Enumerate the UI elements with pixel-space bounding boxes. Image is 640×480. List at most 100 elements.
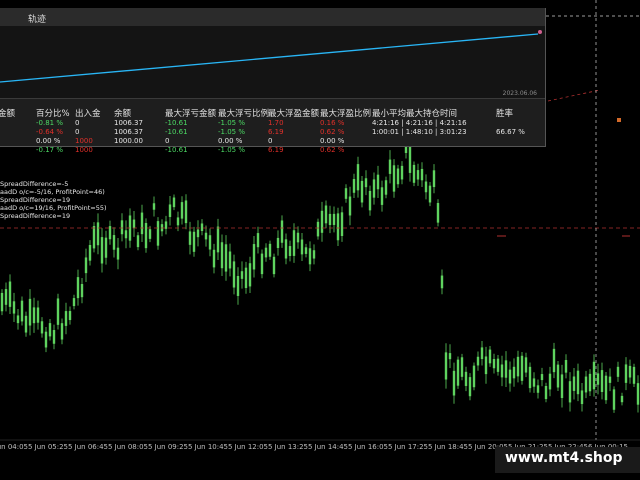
candle-body	[80, 284, 84, 298]
candle-body	[548, 373, 552, 390]
candle-body	[24, 315, 28, 333]
candle-body	[620, 395, 624, 403]
candle-body	[588, 373, 592, 392]
candle-body	[72, 298, 76, 307]
candle-body	[256, 233, 260, 248]
candle-body	[148, 229, 152, 239]
candle-body	[208, 235, 212, 250]
cell-max-float-profit: 0	[268, 137, 273, 145]
cell-deposit: 0	[75, 128, 80, 136]
candle-body	[496, 358, 500, 372]
annotation-text: aadD o/c=-5/16, ProfitPoint=46)	[0, 188, 105, 196]
header-win-rate: 胜率	[496, 109, 514, 119]
candle-body	[360, 180, 364, 203]
candle-body	[480, 347, 484, 360]
cell-deposit: 1000	[75, 146, 93, 154]
candle-body	[188, 231, 192, 245]
candle-body	[108, 226, 112, 240]
candle-body	[384, 180, 388, 195]
cell-max-float-loss-ratio: -1.05 %	[218, 146, 245, 154]
candle-body	[576, 370, 580, 395]
candle-body	[112, 235, 116, 250]
candle-body	[28, 298, 32, 326]
panel-titlebar[interactable]: 轨迹	[0, 8, 545, 26]
candle-body	[536, 385, 540, 393]
candle-body	[88, 245, 92, 261]
candle-body	[516, 356, 520, 377]
time-axis-label: 5 Jun 06:45	[67, 443, 109, 451]
candle-body	[224, 244, 228, 272]
candle-body	[152, 203, 156, 210]
cell-percent: -0.64 %	[36, 128, 63, 136]
header-balance: 余额	[114, 109, 132, 119]
candle-body	[520, 355, 524, 381]
candle-body	[168, 204, 172, 217]
candle-body	[592, 361, 596, 390]
candle-body	[60, 323, 64, 340]
cell-percent: -0.81 %	[36, 119, 63, 127]
candle-body	[456, 359, 460, 386]
candle-body	[172, 197, 176, 208]
candle-body	[340, 212, 344, 237]
candle-body	[12, 301, 16, 314]
candle-body	[304, 247, 308, 254]
candle-body	[284, 239, 288, 259]
candle-body	[120, 220, 124, 235]
candle-body	[4, 289, 8, 305]
time-axis-label: 5 Jun 17:25	[387, 443, 429, 451]
candle-body	[164, 221, 168, 229]
price-level-line-upper	[547, 89, 601, 102]
candle-body	[368, 190, 372, 211]
candle-body	[156, 221, 160, 246]
time-axis-label: 5 Jun 14:45	[307, 443, 349, 451]
header-hold-time: 最小平均最大持仓时间	[372, 109, 458, 119]
candle-body	[52, 330, 56, 344]
candle-body	[336, 213, 340, 241]
cell-max-float-profit: 6.19	[268, 146, 284, 154]
candle-body	[348, 196, 352, 216]
candle-body	[628, 365, 632, 378]
candle-body	[276, 237, 280, 248]
candle-body	[192, 231, 196, 252]
candle-body	[584, 376, 588, 393]
candle-body	[316, 221, 320, 237]
candle-body	[464, 371, 468, 386]
candle-body	[460, 357, 464, 377]
cell-max-float-profit-ratio: 0.00 %	[320, 137, 345, 145]
candle-body	[76, 277, 80, 299]
candle-body	[48, 323, 52, 337]
candle-body	[68, 311, 72, 321]
trade-stats-panel[interactable]: 轨迹 2023.06.06 金额 百分比% 出入金 余额 最大浮亏金额 最大浮亏…	[0, 8, 546, 154]
candle-body	[260, 253, 264, 275]
candle-body	[452, 370, 456, 396]
candle-body	[328, 213, 332, 226]
candle-body	[600, 370, 604, 392]
candle-body	[416, 170, 420, 180]
candle-body	[484, 356, 488, 375]
candle-body	[432, 170, 436, 188]
candle-body	[240, 271, 244, 279]
candle-body	[556, 364, 560, 388]
header-percent: 百分比%	[36, 109, 70, 119]
panel-title: 轨迹	[28, 15, 47, 25]
cell-max-float-loss: -10.61	[165, 119, 188, 127]
candle-body	[476, 356, 480, 366]
candle-body	[420, 168, 424, 181]
candle-body	[448, 353, 452, 360]
candle-body	[248, 263, 252, 287]
time-axis-label: 5 Jun 04:05	[0, 443, 29, 451]
candle-body	[424, 181, 428, 193]
equity-end-marker	[538, 30, 542, 34]
candle-body	[100, 237, 104, 264]
candle-body	[244, 267, 248, 289]
candle-body	[132, 219, 136, 229]
candle-body	[356, 164, 360, 191]
candle-body	[212, 249, 216, 268]
candle-body	[96, 222, 100, 246]
cell-max-float-profit-ratio: 0.62 %	[320, 128, 345, 136]
header-max-float-profit-ratio: 最大浮盈比例	[320, 109, 372, 119]
candle-body	[144, 223, 148, 249]
candle-body	[364, 178, 368, 188]
candle-body	[564, 360, 568, 373]
time-axis-label: 5 Jun 18:45	[427, 443, 469, 451]
